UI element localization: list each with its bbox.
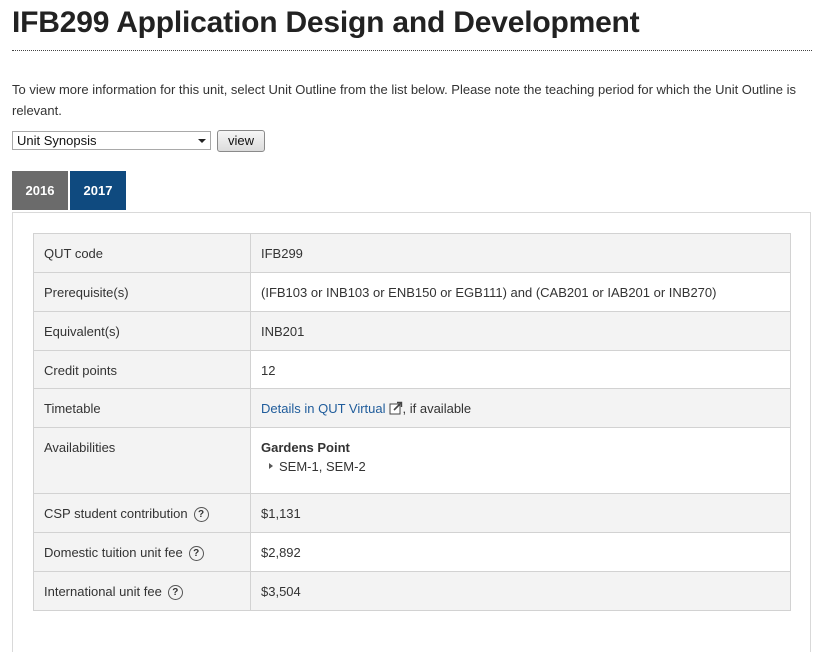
table-row: Prerequisite(s) (IFB103 or INB103 or ENB… xyxy=(33,272,791,312)
table-row: Credit points 12 xyxy=(33,350,791,389)
credit-points-label: Credit points xyxy=(33,350,251,389)
table-row: Availabilities Gardens Point SEM-1, SEM-… xyxy=(33,427,791,494)
qut-code-value: IFB299 xyxy=(250,233,791,273)
availabilities-value: Gardens Point SEM-1, SEM-2 xyxy=(250,427,791,494)
chevron-down-icon xyxy=(198,139,206,143)
table-row: CSP student contribution? $1,131 xyxy=(33,493,791,533)
qut-code-label: QUT code xyxy=(33,233,251,273)
view-button[interactable]: view xyxy=(217,130,265,152)
title-divider xyxy=(12,50,812,51)
help-icon[interactable]: ? xyxy=(193,507,209,522)
timetable-value: Details in QUT Virtual , if available xyxy=(250,388,791,428)
availabilities-label: Availabilities xyxy=(33,427,251,494)
equivalents-value: INB201 xyxy=(250,311,791,351)
timetable-label: Timetable xyxy=(33,388,251,428)
csp-label: CSP student contribution? xyxy=(33,493,251,533)
prerequisites-value: (IFB103 or INB103 or ENB150 or EGB111) a… xyxy=(250,272,791,312)
qut-virtual-link[interactable]: Details in QUT Virtual xyxy=(261,401,386,416)
table-row: Domestic tuition unit fee? $2,892 xyxy=(33,532,791,572)
unit-info-select[interactable]: Unit Synopsis xyxy=(12,131,211,150)
page-title: IFB299 Application Design and Developmen… xyxy=(12,6,640,39)
intro-text: To view more information for this unit, … xyxy=(12,82,796,118)
international-fee-label: International unit fee? xyxy=(33,571,251,611)
tab-2016[interactable]: 2016 xyxy=(12,171,68,210)
domestic-fee-label: Domestic tuition unit fee? xyxy=(33,532,251,572)
unit-info-select-value: Unit Synopsis xyxy=(17,133,97,148)
external-link-icon xyxy=(389,401,402,415)
table-row: Equivalent(s) INB201 xyxy=(33,311,791,351)
csp-value: $1,131 xyxy=(250,493,791,533)
tab-2017[interactable]: 2017 xyxy=(70,171,126,210)
help-icon[interactable]: ? xyxy=(167,585,183,600)
table-row: QUT code IFB299 xyxy=(33,233,791,273)
unit-details-table: QUT code IFB299 Prerequisite(s) (IFB103 … xyxy=(33,233,791,611)
campus-name: Gardens Point xyxy=(261,440,350,455)
domestic-fee-value: $2,892 xyxy=(250,532,791,572)
help-icon[interactable]: ? xyxy=(188,546,204,561)
table-row: International unit fee? $3,504 xyxy=(33,571,791,611)
timetable-suffix: , if available xyxy=(402,401,472,416)
equivalents-label: Equivalent(s) xyxy=(33,311,251,351)
international-fee-value: $3,504 xyxy=(250,571,791,611)
table-row: Timetable Details in QUT Virtual , if ava… xyxy=(33,388,791,428)
credit-points-value: 12 xyxy=(250,350,791,389)
availability-periods: SEM-1, SEM-2 xyxy=(261,459,780,474)
prerequisites-label: Prerequisite(s) xyxy=(33,272,251,312)
